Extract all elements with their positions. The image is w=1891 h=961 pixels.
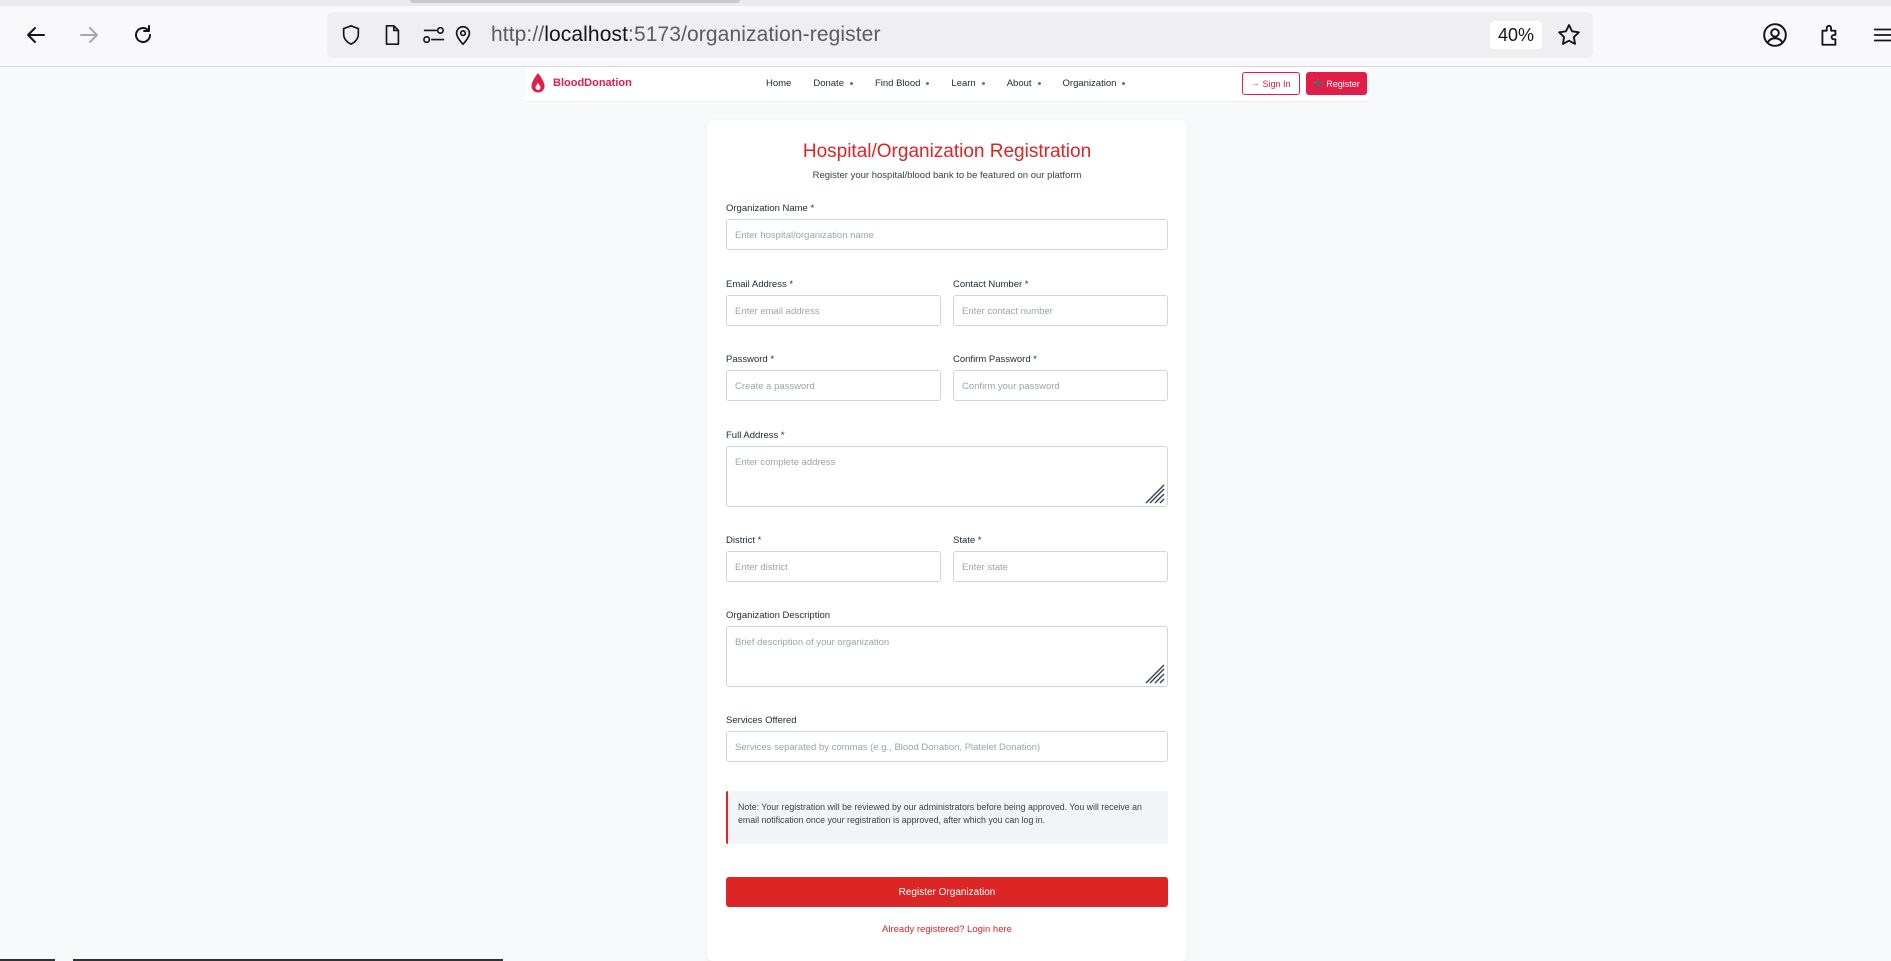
nav-find-blood[interactable]: Find Blood [874, 78, 930, 89]
register-label: Register [1326, 78, 1360, 89]
email-input[interactable]: Enter email address [726, 295, 941, 326]
page-icon[interactable] [380, 23, 404, 47]
email-label: Email Address * [726, 279, 794, 290]
brand-logo-link[interactable]: BloodDonation [530, 72, 632, 94]
account-icon[interactable] [1760, 20, 1790, 50]
nav-organization[interactable]: Organization [1063, 78, 1126, 89]
url-scheme: http:// [491, 23, 545, 46]
zoom-level-badge[interactable]: 40% [1490, 21, 1542, 49]
contact-label: Contact Number * [953, 279, 1029, 290]
arrow-right-icon [80, 27, 98, 43]
active-tab-indicator [410, 0, 740, 3]
back-button[interactable] [18, 17, 54, 53]
page-subtitle: Register your hospital/blood bank to be … [812, 170, 1082, 181]
description-placeholder: Brief description of your organization [735, 637, 890, 648]
sign-in-label: Sign In [1262, 78, 1291, 89]
sign-in-button[interactable]: → Sign In [1242, 72, 1300, 95]
approval-note: Note: Your registration will be reviewed… [726, 791, 1168, 844]
nav-label: Find Blood [874, 78, 921, 89]
services-label: Services Offered [726, 715, 797, 726]
browser-toolbar: http://localhost:5173/organization-regis… [0, 0, 1891, 67]
main-nav: Home Donate Find Blood Learn About Organ… [766, 78, 1147, 89]
org-name-label: Organization Name * [726, 203, 815, 214]
user-plus-icon: ➕ [1313, 79, 1324, 88]
resize-handle-icon[interactable] [1145, 484, 1165, 504]
description-textarea[interactable]: Brief description of your organization [726, 626, 1168, 687]
shield-icon[interactable] [339, 23, 363, 47]
registration-card: Hospital/Organization Registration Regis… [707, 120, 1187, 961]
register-button[interactable]: ➕ Register [1306, 72, 1367, 95]
state-input[interactable]: Enter state [953, 551, 1168, 582]
nav-about[interactable]: About [1007, 78, 1041, 89]
address-placeholder: Enter complete address [735, 457, 836, 468]
address-textarea[interactable]: Enter complete address [726, 446, 1168, 507]
sign-in-icon: → [1251, 79, 1260, 88]
nav-label: About [1006, 78, 1032, 89]
district-input[interactable]: Enter district [726, 551, 941, 582]
forward-button[interactable] [71, 17, 107, 53]
arrow-left-icon [27, 27, 45, 43]
nav-donate[interactable]: Donate [813, 78, 853, 89]
blood-drop-icon [531, 73, 545, 93]
address-bar[interactable]: http://localhost:5173/organization-regis… [327, 12, 1593, 58]
login-link[interactable]: Already registered? Login here [707, 924, 1187, 935]
menu-icon[interactable] [1868, 20, 1891, 50]
brand-name: BloodDonation [553, 77, 632, 89]
nav-label: Organization [1062, 78, 1117, 89]
register-organization-button[interactable]: Register Organization [726, 877, 1168, 907]
nav-label: Learn [951, 78, 976, 89]
confirm-password-label: Confirm Password * [953, 354, 1037, 365]
dropdown-dot-icon [926, 82, 930, 85]
district-label: District * [726, 535, 762, 546]
url-host: localhost [544, 23, 629, 46]
extensions-icon[interactable] [1815, 20, 1845, 50]
url-path: :5173/organization-register [628, 23, 881, 46]
nav-label: Home [766, 78, 792, 89]
nav-label: Donate [813, 78, 844, 89]
location-icon[interactable] [451, 23, 475, 47]
bookmark-star-icon[interactable] [1556, 22, 1582, 48]
site-navbar: BloodDonation Home Donate Find Blood Lea… [526, 67, 1368, 102]
resize-handle-icon[interactable] [1145, 664, 1165, 684]
dropdown-dot-icon [1037, 82, 1041, 85]
permissions-icon[interactable] [422, 23, 446, 47]
password-input[interactable]: Create a password [726, 370, 941, 401]
org-name-input[interactable]: Enter hospital/organization name [726, 219, 1168, 250]
page-title: Hospital/Organization Registration [802, 141, 1092, 162]
dropdown-dot-icon [849, 82, 853, 85]
password-label: Password * [726, 354, 775, 365]
url-text[interactable]: http://localhost:5173/organization-regis… [491, 23, 881, 47]
reload-icon [135, 25, 151, 43]
description-label: Organization Description [726, 610, 831, 621]
nav-home[interactable]: Home [766, 78, 791, 89]
state-label: State * [953, 535, 982, 546]
reload-button[interactable] [125, 17, 161, 53]
contact-input[interactable]: Enter contact number [953, 295, 1168, 326]
tab-strip [0, 0, 1891, 6]
services-input[interactable]: Services separated by commas (e.g., Bloo… [726, 731, 1168, 762]
dropdown-dot-icon [1122, 82, 1126, 85]
nav-learn[interactable]: Learn [951, 78, 985, 89]
address-label: Full Address * [726, 430, 785, 441]
confirm-password-input[interactable]: Confirm your password [953, 370, 1168, 401]
dropdown-dot-icon [981, 82, 985, 85]
